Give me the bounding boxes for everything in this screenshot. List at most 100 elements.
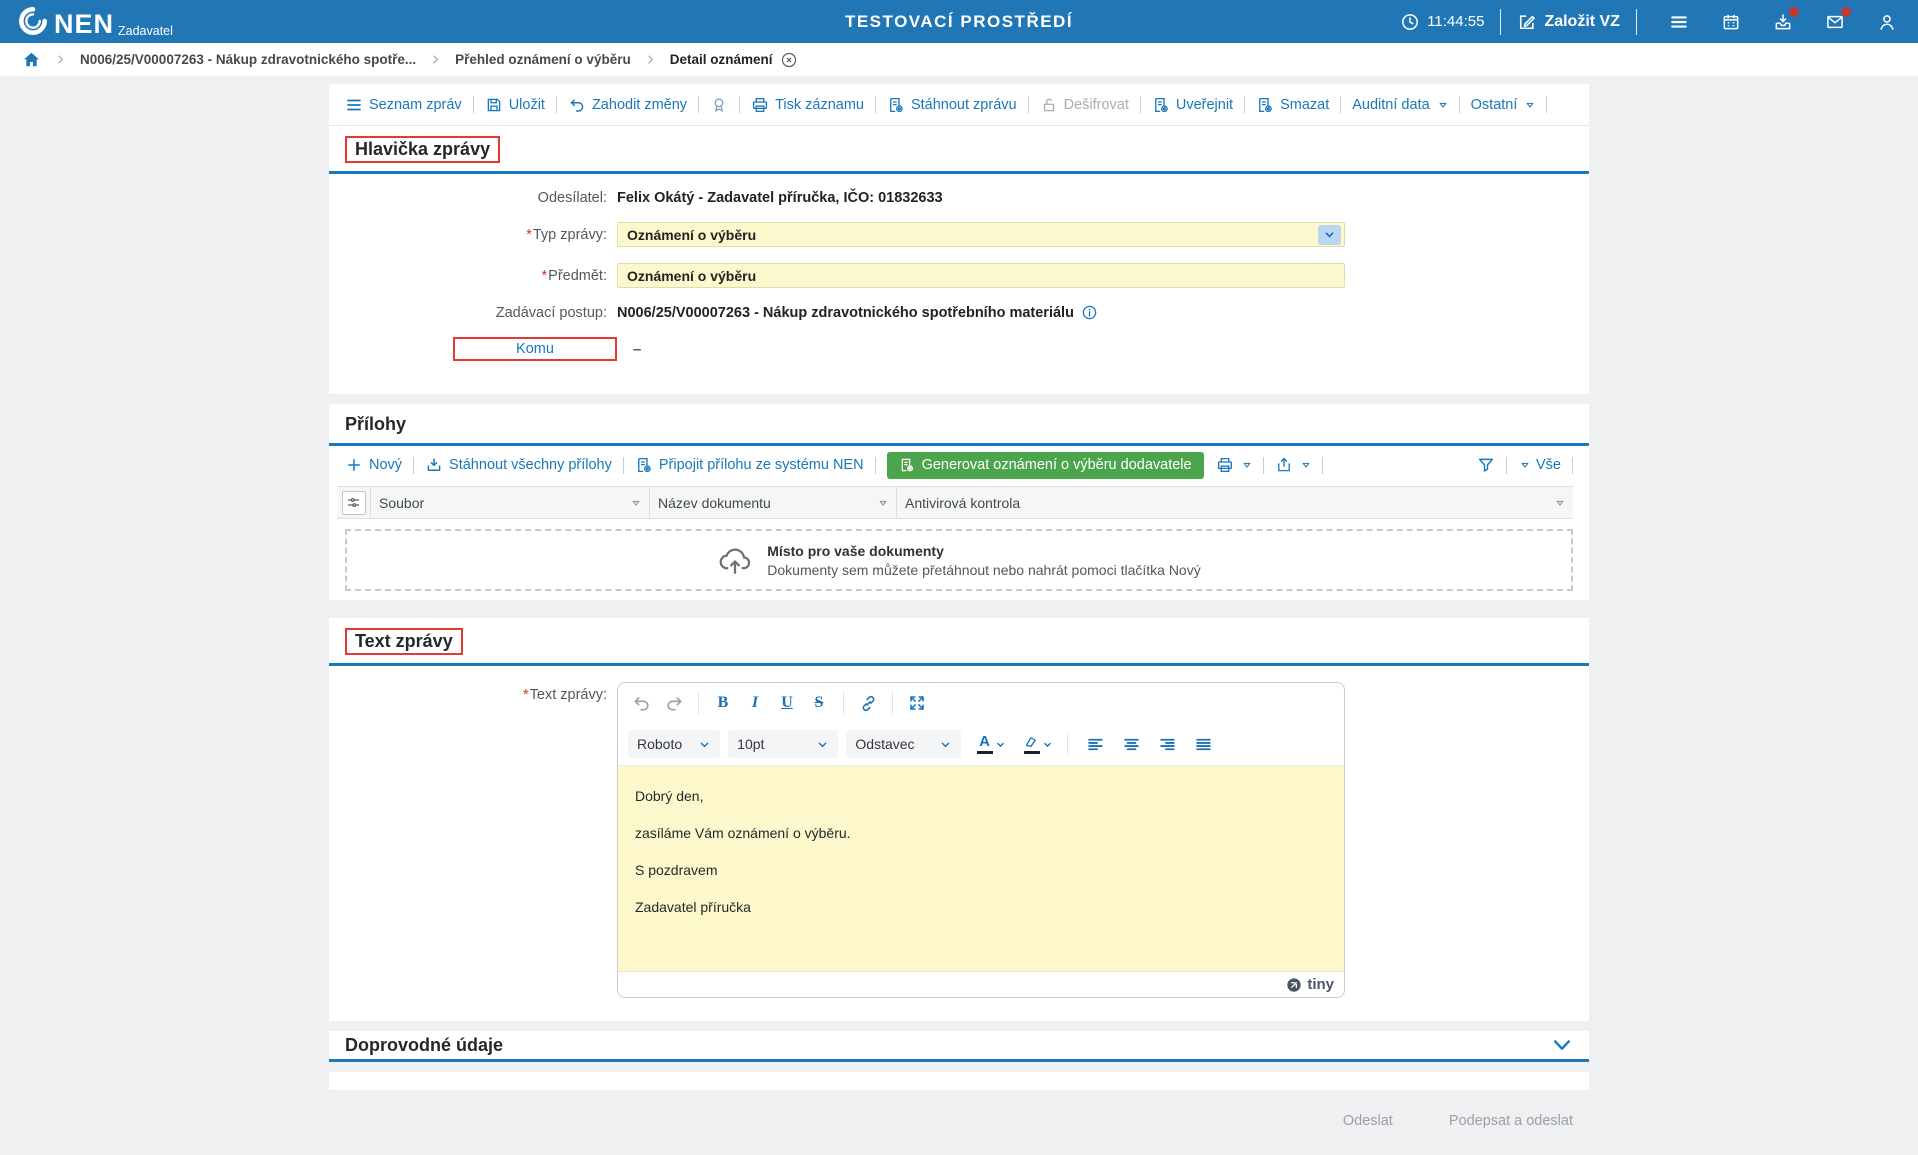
generate-notice-button[interactable]: Generovat oznámení o výběru dodavatele: [887, 452, 1204, 479]
other-menu[interactable]: Ostatní: [1471, 97, 1536, 113]
audit-data-menu[interactable]: Auditní data: [1352, 97, 1447, 113]
print-record-button[interactable]: Tisk záznamu: [751, 96, 864, 114]
tiny-brand-label[interactable]: tiny: [1307, 976, 1334, 993]
column-header-nazev[interactable]: Název dokumentu: [650, 487, 897, 518]
dropdown-arrow-icon: [1242, 460, 1252, 470]
discard-changes-button[interactable]: Zahodit změny: [568, 96, 687, 114]
fullscreen-button[interactable]: [903, 689, 931, 717]
align-right-icon: [1158, 735, 1177, 754]
column-label: Soubor: [379, 495, 424, 511]
font-family-select[interactable]: Roboto: [628, 730, 720, 758]
column-filter-arrow-icon[interactable]: [878, 498, 888, 508]
section-title-prilohy: Přílohy: [345, 414, 406, 435]
column-header-antivir[interactable]: Antivirová kontrola: [897, 487, 1573, 518]
column-settings-button[interactable]: [342, 491, 366, 515]
attach-from-nen-button[interactable]: Připojit přílohu ze systému NEN: [635, 456, 864, 474]
dropzone-text: Místo pro vaše dokumenty Dokumenty sem m…: [767, 543, 1200, 578]
publish-button[interactable]: Uveřejnit: [1152, 96, 1233, 114]
editor-content-area[interactable]: Dobrý den, zasíláme Vám oznámení o výběr…: [618, 765, 1344, 971]
messages-button[interactable]: [1824, 11, 1846, 33]
info-icon[interactable]: [1081, 304, 1098, 321]
block-format-value: Odstavec: [855, 736, 914, 752]
editor-toolbar-separator: [698, 692, 699, 714]
bold-button[interactable]: B: [709, 689, 737, 717]
editor-toolbar-row1: B I U S: [618, 683, 1344, 723]
align-justify-button[interactable]: [1190, 730, 1218, 758]
breadcrumb-item-procedure[interactable]: N006/25/V00007263 - Nákup zdravotnického…: [80, 52, 416, 67]
export-attachments-button[interactable]: [1275, 456, 1311, 474]
message-list-button[interactable]: Seznam zpráv: [345, 96, 462, 114]
procedure-text: N006/25/V00007263 - Nákup zdravotnického…: [617, 305, 1074, 321]
column-settings-cell: [337, 487, 371, 518]
sign-and-send-button[interactable]: Podepsat a odeslat: [1449, 1113, 1573, 1129]
sliders-icon: [346, 495, 361, 510]
editor-toolbar-separator: [843, 692, 844, 714]
breadcrumb-item-detail[interactable]: Detail oznámení: [670, 52, 773, 67]
text-color-button[interactable]: A: [975, 734, 1006, 754]
expand-section-chevron-icon[interactable]: [1551, 1034, 1573, 1056]
message-type-select[interactable]: Oznámení o výběru: [617, 222, 1345, 247]
breadcrumb-chevron-icon: [429, 53, 442, 66]
home-icon[interactable]: [22, 50, 41, 69]
print-attachments-button[interactable]: [1216, 456, 1252, 474]
create-vz-button[interactable]: Založit VZ: [1517, 12, 1620, 32]
block-format-select[interactable]: Odstavec: [846, 730, 960, 758]
redo-button[interactable]: [660, 689, 688, 717]
select-expand-button[interactable]: [1318, 225, 1341, 245]
seal-button[interactable]: [710, 96, 728, 114]
share-icon: [1275, 456, 1293, 474]
recipient-link[interactable]: Komu: [516, 341, 554, 357]
filter-button[interactable]: [1477, 456, 1495, 474]
required-marker: *: [542, 268, 548, 284]
main-menu-button[interactable]: [1668, 11, 1690, 33]
save-button[interactable]: Uložit: [485, 96, 545, 114]
strikethrough-button[interactable]: S: [805, 689, 833, 717]
download-all-attachments-button[interactable]: Stáhnout všechny přílohy: [425, 456, 612, 474]
highlight-color-button[interactable]: [1022, 734, 1053, 754]
sender-label: Odesílatel:: [329, 190, 617, 206]
column-filter-arrow-icon[interactable]: [631, 498, 641, 508]
form-row-procedure: Zadávací postup: N006/25/V00007263 - Nák…: [329, 304, 1573, 321]
underline-button[interactable]: U: [773, 689, 801, 717]
close-tab-icon[interactable]: [780, 51, 798, 69]
section-divider: [329, 171, 1589, 174]
fullscreen-icon: [908, 694, 926, 712]
breadcrumb-item-overview[interactable]: Přehled oznámení o výběru: [455, 52, 631, 67]
font-size-select[interactable]: 10pt: [728, 730, 838, 758]
decrypt-label: Dešifrovat: [1064, 97, 1129, 113]
dropdown-arrow-icon: [1525, 100, 1535, 110]
italic-button[interactable]: I: [741, 689, 769, 717]
audit-data-label: Auditní data: [1352, 97, 1429, 113]
funnel-icon: [1477, 456, 1495, 474]
server-time: 11:44:55: [1400, 12, 1484, 32]
new-attachment-button[interactable]: Nový: [345, 456, 402, 474]
show-all-filter[interactable]: Vše: [1518, 457, 1561, 473]
sender-value: Felix Okátý - Zadavatel příručka, IČO: 0…: [617, 190, 943, 206]
align-justify-icon: [1194, 735, 1213, 754]
delete-button[interactable]: Smazat: [1256, 96, 1329, 114]
download-message-button[interactable]: Stáhnout zprávu: [887, 96, 1017, 114]
calendar-button[interactable]: [1720, 11, 1742, 33]
user-profile-button[interactable]: [1876, 11, 1898, 33]
send-button[interactable]: Odeslat: [1343, 1113, 1393, 1129]
attachments-dropzone[interactable]: Místo pro vaše dokumenty Dokumenty sem m…: [345, 529, 1573, 591]
align-center-button[interactable]: [1118, 730, 1146, 758]
subject-input[interactable]: Oznámení o výběru: [617, 263, 1345, 288]
inbox-button[interactable]: [1772, 11, 1794, 33]
toolbar-separator: [1506, 457, 1507, 474]
accompanying-data-card[interactable]: Doprovodné údaje: [329, 1031, 1589, 1062]
align-left-button[interactable]: [1082, 730, 1110, 758]
editor-paragraph: Dobrý den,: [635, 786, 1327, 806]
undo-button[interactable]: [628, 689, 656, 717]
column-header-soubor[interactable]: Soubor: [371, 487, 650, 518]
dropdown-arrow-icon: [1520, 460, 1530, 470]
insert-link-button[interactable]: [854, 689, 882, 717]
toolbar-separator: [1459, 96, 1460, 113]
nen-logo[interactable]: NEN Zadavatel: [18, 6, 173, 38]
align-right-button[interactable]: [1154, 730, 1182, 758]
attachments-filter-group: Vše: [1477, 456, 1573, 474]
footer-actions: Odeslat Podepsat a odeslat: [329, 1113, 1589, 1129]
download-message-label: Stáhnout zprávu: [911, 97, 1017, 113]
column-filter-arrow-icon[interactable]: [1555, 498, 1565, 508]
section-title-hlavicka: Hlavička zprávy: [345, 136, 500, 163]
